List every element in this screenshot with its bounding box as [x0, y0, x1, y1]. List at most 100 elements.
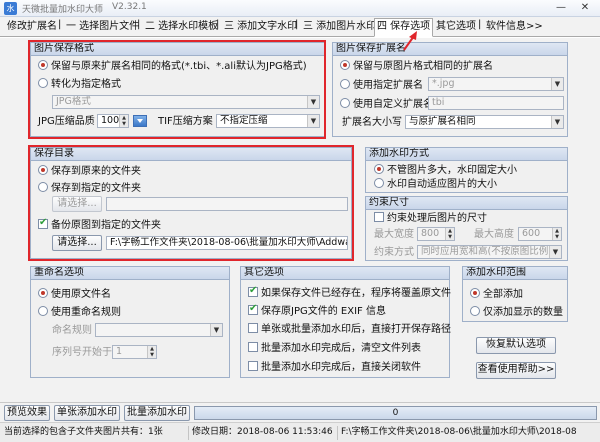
chevron-down-icon[interactable]: ▼: [551, 78, 563, 90]
preview-button[interactable]: 预览效果: [4, 405, 50, 421]
range-shown-option[interactable]: 仅添加显示的数量: [470, 306, 563, 319]
tab-separator: |: [216, 19, 220, 30]
tif-compression-label: TIF压缩方案: [158, 116, 213, 127]
tab-separator: |: [137, 19, 141, 30]
chevron-down-icon[interactable]: ▼: [210, 324, 222, 336]
ext-custom-input[interactable]: tbi: [428, 96, 564, 110]
save-dir-title: 保存目录: [31, 148, 351, 161]
tab-text-watermark[interactable]: 三 添加文字水印: [222, 19, 299, 36]
range-all-option[interactable]: 全部添加: [470, 288, 523, 301]
mode-auto-option[interactable]: 水印自动适应图片的大小: [374, 178, 497, 191]
chevron-down-icon[interactable]: ▼: [551, 116, 563, 128]
radio-icon[interactable]: [38, 182, 48, 192]
tab-other-options[interactable]: 其它选项: [434, 19, 478, 36]
radio-icon[interactable]: [38, 60, 48, 70]
constrain-mode-select[interactable]: 同时应用宽和高(不按原图比例) ▼: [417, 245, 562, 259]
radio-icon[interactable]: [38, 288, 48, 298]
ext-custom-option[interactable]: 使用自定义扩展名: [340, 98, 433, 111]
ext-case-select[interactable]: 与原扩展名相同 ▼: [405, 115, 564, 129]
max-width-stepper[interactable]: 800 ▲ ▼: [417, 227, 455, 241]
open-path-option[interactable]: 单张或批量添加水印后，直接打开保存路径: [248, 323, 451, 336]
extension-title: 图片保存扩展名: [333, 43, 567, 56]
format-keep-option[interactable]: 保留与原来扩展名相同的格式(*.tbi、*.ali默认为JPG格式): [38, 60, 307, 73]
chevron-down-icon[interactable]: ▼: [307, 96, 319, 108]
backup-path-input[interactable]: F:\字畅工作文件夹\2018-08-06\批量加水印大师\Addwa: [106, 236, 348, 250]
stepper-arrows-icon[interactable]: ▲ ▼: [147, 346, 156, 358]
sequence-start-stepper[interactable]: 1 ▲ ▼: [112, 345, 157, 359]
checkbox-icon[interactable]: [248, 285, 258, 297]
tab-select-template[interactable]: 二 选择水印模板: [143, 19, 220, 36]
close-app-option[interactable]: 批量添加水印完成后，直接关闭软件: [248, 361, 421, 374]
radio-icon[interactable]: [38, 306, 48, 316]
radio-icon[interactable]: [340, 60, 350, 70]
quality-dropdown-button[interactable]: [133, 115, 147, 127]
clear-list-label: 批量添加水印完成后，清空文件列表: [261, 343, 421, 354]
rename-original-label: 使用原文件名: [51, 289, 111, 300]
max-height-value: 600: [522, 228, 541, 239]
image-format-title: 图片保存格式: [31, 43, 324, 56]
exif-option[interactable]: 保存原JPG文件的 EXIF 信息: [248, 303, 386, 318]
tab-save-options[interactable]: 四 保存选项: [374, 18, 434, 37]
format-convert-option[interactable]: 转化为指定格式: [38, 78, 121, 91]
save-folder-input[interactable]: [106, 197, 348, 211]
tif-compression-select[interactable]: 不指定压缩 ▼: [216, 114, 320, 128]
chevron-down-icon[interactable]: ▼: [549, 246, 561, 258]
radio-icon[interactable]: [374, 164, 384, 174]
checkbox-icon[interactable]: [248, 323, 258, 333]
overwrite-option[interactable]: 如果保存文件已经存在，程序将覆盖原文件: [248, 285, 451, 300]
rename-original-option[interactable]: 使用原文件名: [38, 288, 111, 301]
range-shown-label: 仅添加显示的数量: [483, 307, 563, 318]
save-original-option[interactable]: 保存到原来的文件夹: [38, 165, 141, 178]
constrain-option[interactable]: 约束处理后图片的尺寸: [374, 212, 487, 225]
radio-icon[interactable]: [340, 79, 350, 89]
checkbox-icon[interactable]: [248, 303, 258, 315]
checkbox-icon[interactable]: [374, 212, 384, 222]
ext-specified-value: *.jpg: [432, 78, 455, 89]
rename-rule-option[interactable]: 使用重命名规则: [38, 306, 121, 319]
checkbox-icon[interactable]: [38, 217, 48, 229]
status-file-count: 当前选择的包含子文件夹图片共有：1张: [4, 427, 163, 437]
ext-case-value: 与原扩展名相同: [409, 116, 476, 127]
choose-folder-button[interactable]: 请选择...: [52, 196, 102, 212]
stepper-arrows-icon[interactable]: ▲ ▼: [552, 228, 561, 240]
close-button[interactable]: ✕: [576, 1, 594, 15]
status-divider: [188, 426, 189, 440]
radio-icon[interactable]: [374, 178, 384, 188]
stepper-arrows-icon[interactable]: ▲ ▼: [445, 228, 454, 240]
ext-custom-label: 使用自定义扩展名: [353, 99, 433, 110]
checkbox-icon[interactable]: [248, 361, 258, 371]
radio-icon[interactable]: [470, 288, 480, 298]
stepper-arrows-icon[interactable]: ▲ ▼: [119, 115, 128, 127]
view-help-button[interactable]: 查看使用帮助>>: [476, 362, 556, 379]
backup-option[interactable]: 备份原图到指定的文件夹: [38, 217, 161, 232]
max-height-stepper[interactable]: 600 ▲ ▼: [518, 227, 562, 241]
clear-list-option[interactable]: 批量添加水印完成后，清空文件列表: [248, 342, 421, 355]
mode-auto-label: 水印自动适应图片的大小: [387, 179, 497, 190]
backup-choose-button[interactable]: 请选择...: [52, 235, 102, 251]
save-specified-option[interactable]: 保存到指定的文件夹: [38, 182, 141, 195]
tab-select-images[interactable]: 一 选择图片文件: [64, 19, 141, 36]
tab-rename-extension[interactable]: 修改扩展名: [5, 19, 59, 36]
ext-specified-label: 使用指定扩展名: [353, 80, 423, 91]
ext-keep-option[interactable]: 保留与原图片格式相同的扩展名: [340, 60, 493, 73]
batch-add-button[interactable]: 批量添加水印: [124, 405, 190, 421]
radio-icon[interactable]: [38, 165, 48, 175]
radio-icon[interactable]: [470, 306, 480, 316]
max-width-label: 最大宽度: [374, 229, 414, 240]
ext-specified-option[interactable]: 使用指定扩展名: [340, 79, 423, 92]
single-add-button[interactable]: 单张添加水印: [54, 405, 120, 421]
radio-icon[interactable]: [340, 98, 350, 108]
chevron-down-icon[interactable]: ▼: [307, 115, 319, 127]
minimize-button[interactable]: —: [552, 1, 570, 15]
tab-image-watermark[interactable]: 三 添加图片水印: [301, 19, 378, 36]
tab-software-info[interactable]: 软件信息>>: [484, 19, 545, 36]
jpg-quality-stepper[interactable]: 100 ▲ ▼: [97, 114, 129, 128]
format-select[interactable]: JPG格式 ▼: [52, 95, 320, 109]
ext-specified-select[interactable]: *.jpg ▼: [428, 77, 564, 91]
mode-fixed-option[interactable]: 不管图片多大，水印固定大小: [374, 164, 517, 177]
checkbox-icon[interactable]: [248, 342, 258, 352]
progress-text: 0: [392, 408, 399, 418]
radio-icon[interactable]: [38, 78, 48, 88]
restore-defaults-button[interactable]: 恢复默认选项: [476, 337, 556, 354]
rename-rule-select[interactable]: ▼: [95, 323, 223, 337]
